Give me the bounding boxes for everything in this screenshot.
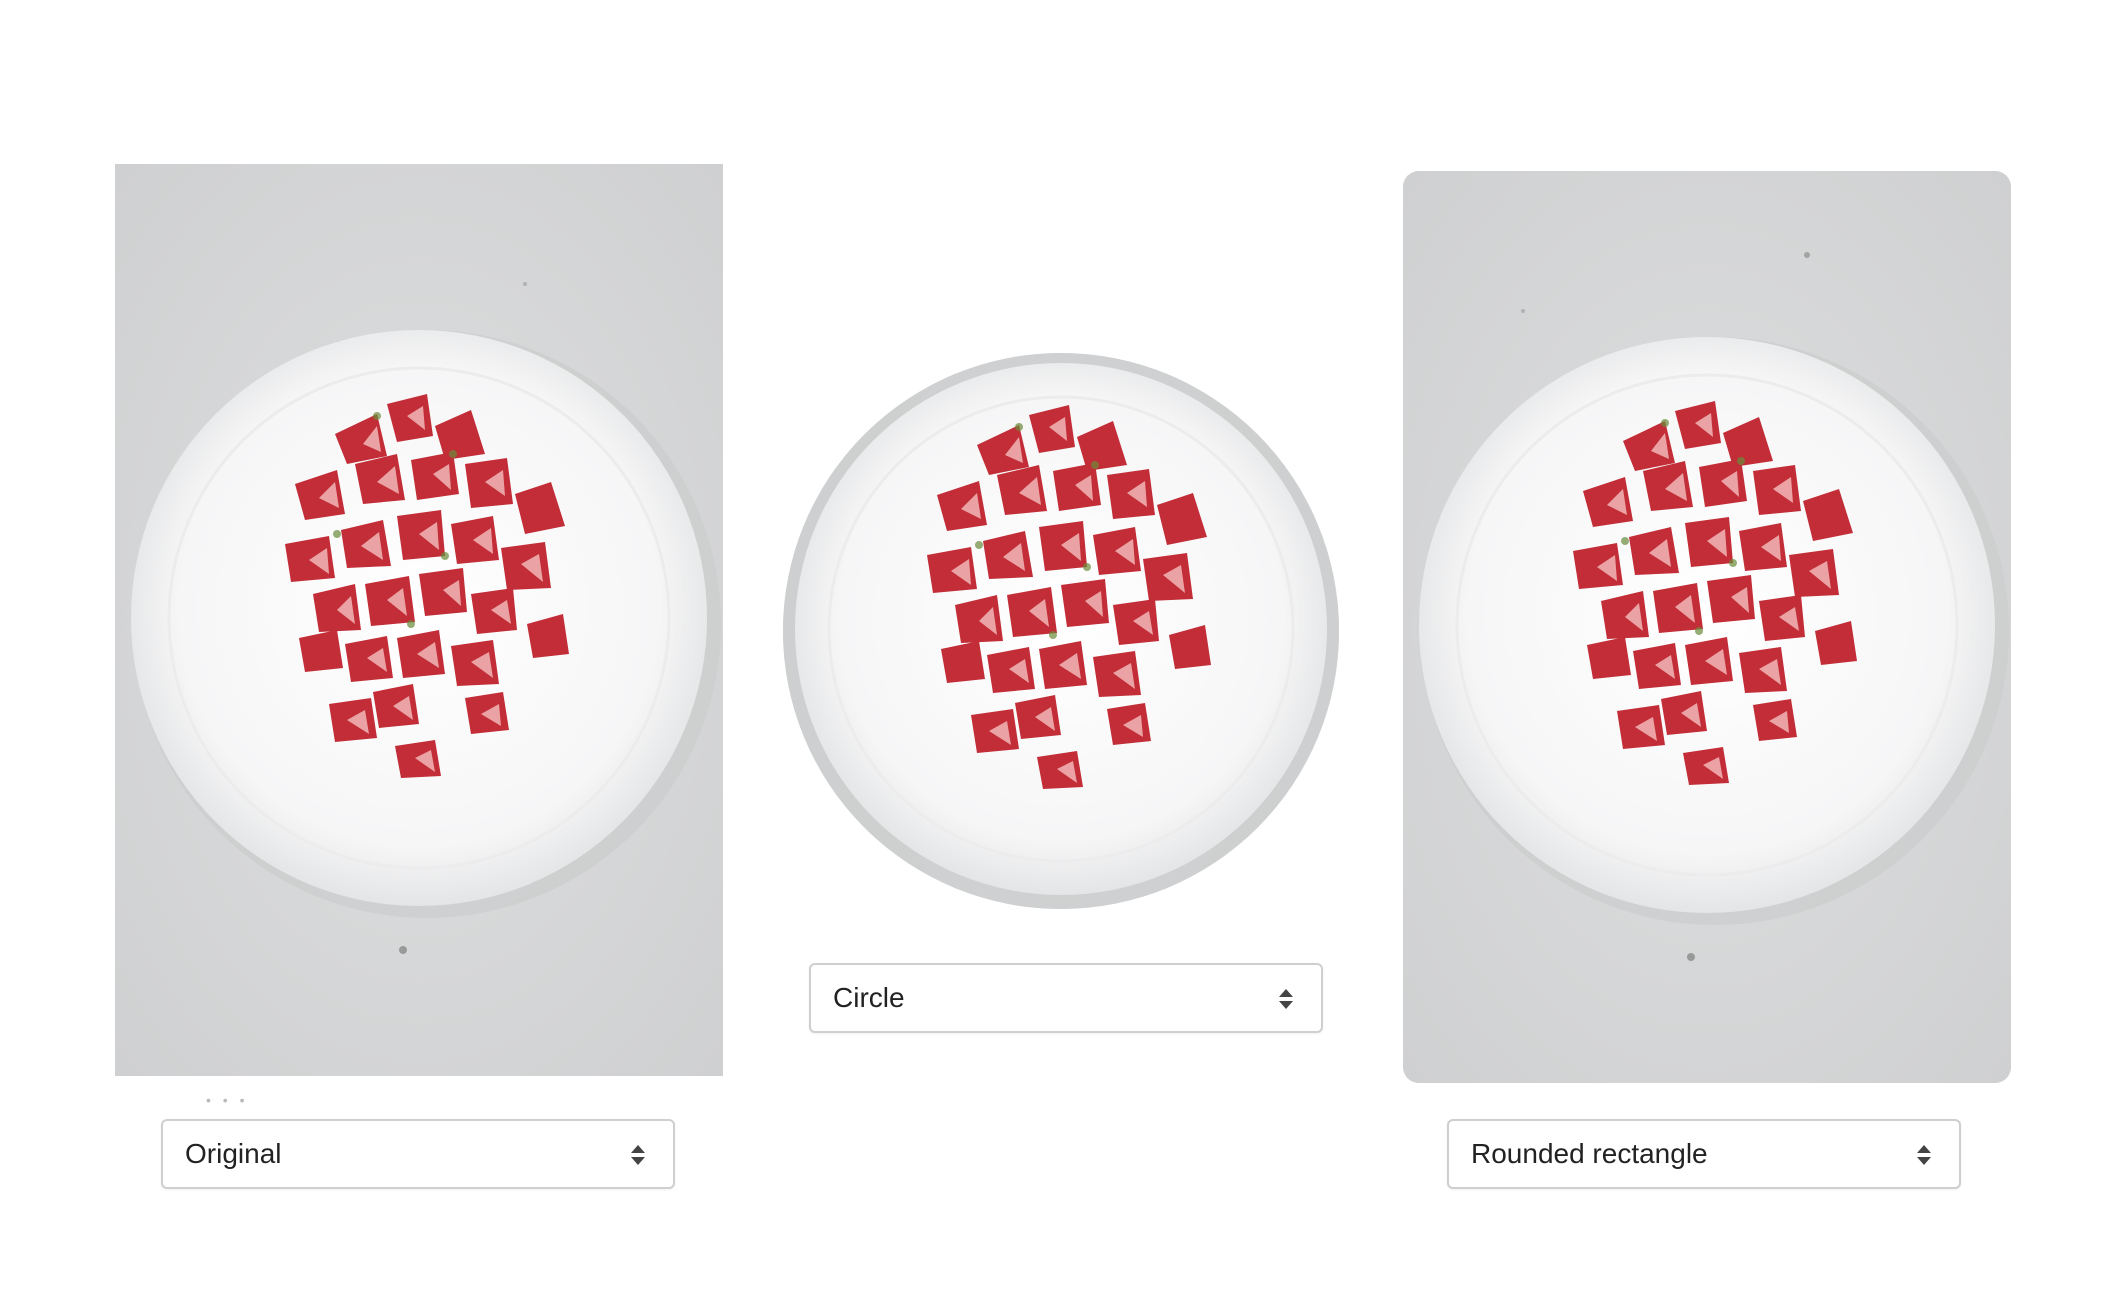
- select-value: Rounded rectangle: [1471, 1138, 1708, 1169]
- strawberry-bowl-photo: [783, 353, 1339, 909]
- up-down-chevron-icon: [1279, 989, 1293, 1009]
- circle-cropped-image: [783, 353, 1339, 909]
- up-down-chevron-icon: [631, 1145, 645, 1165]
- rounded-rectangle-image: [1403, 171, 2011, 1083]
- shape-select-circle[interactable]: Circle: [809, 963, 1323, 1033]
- shape-select-original[interactable]: Original: [161, 1119, 675, 1189]
- strawberry-bowl-photo: [1403, 171, 2011, 1083]
- select-value: Original: [185, 1138, 282, 1169]
- up-down-chevron-icon: [1917, 1145, 1931, 1165]
- select-value: Circle: [833, 982, 905, 1013]
- hidden-caption-fragment: • • •: [206, 1095, 249, 1103]
- strawberry-bowl-photo: [115, 164, 723, 1076]
- shape-select-rounded-rectangle[interactable]: Rounded rectangle: [1447, 1119, 1961, 1189]
- original-image: [115, 164, 723, 1076]
